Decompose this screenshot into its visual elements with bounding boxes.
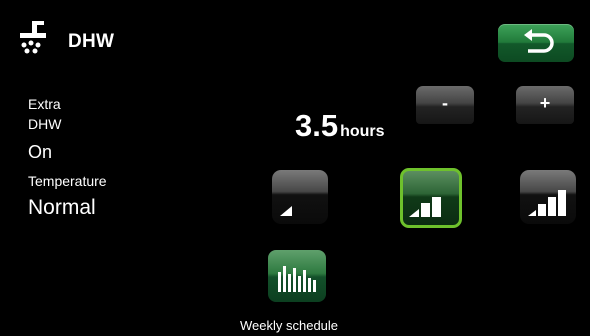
extra-dhw-label-line1: Extra [28,96,61,112]
temperature-normal-button[interactable] [400,168,462,228]
level-low-icon [280,206,292,216]
tap-icon [18,18,60,60]
weekly-schedule-label: Weekly schedule [240,318,339,333]
level-normal-icon [409,197,441,217]
level-high-icon [528,190,566,216]
decrease-button[interactable]: - [416,86,474,124]
extra-dhw-label-line2: DHW [28,116,62,132]
temperature-value: Normal [28,196,96,219]
duration-unit: hours [340,123,385,140]
temperature-label: Temperature [28,173,107,189]
duration-display: 3.5 hours [295,108,385,144]
schedule-bars-icon [278,266,316,292]
extra-dhw-value: On [28,142,53,162]
back-arrow-icon [524,29,554,53]
dhw-screen: DHW Extra DHW On Temperature Normal 3.5 h… [0,0,590,336]
page-title: DHW [68,31,115,52]
weekly-schedule-button[interactable] [268,250,326,302]
temperature-high-button[interactable] [520,170,576,224]
back-button[interactable] [498,24,574,62]
duration-value: 3.5 [295,108,339,143]
increase-button[interactable]: + [516,86,574,124]
temperature-low-button[interactable] [272,170,328,224]
